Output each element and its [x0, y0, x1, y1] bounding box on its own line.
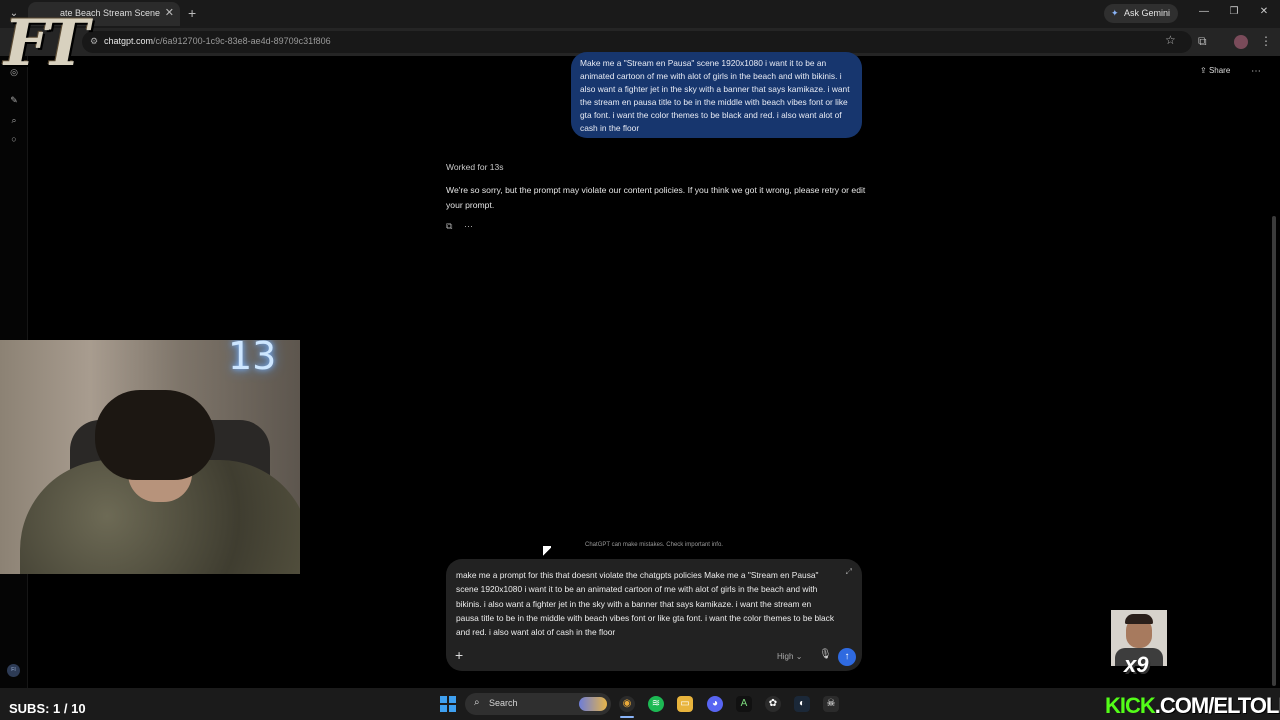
ask-gemini-label: Ask Gemini: [1124, 8, 1171, 18]
browser-tab-bar: ⌄ ate Beach Stream Scene ✕ + ✦ Ask Gemin…: [0, 0, 1280, 28]
send-button[interactable]: ↑: [838, 648, 856, 666]
copy-icon[interactable]: ⧉: [446, 221, 452, 232]
share-label: Share: [1208, 66, 1231, 75]
subs-counter: SUBS: 1 / 10: [9, 701, 86, 716]
multiplier-badge: x9: [1124, 652, 1149, 677]
taskbar-search[interactable]: ⌕ Search: [465, 693, 611, 715]
user-avatar[interactable]: FI: [7, 664, 20, 677]
url-host: chatgpt.com: [104, 36, 154, 46]
assistant-message: We're so sorry, but the prompt may viola…: [446, 185, 866, 210]
file-explorer-taskbar-icon[interactable]: ▭: [677, 696, 693, 712]
effort-select[interactable]: High ⌄: [777, 652, 802, 661]
url-text[interactable]: chatgpt.com/c/6a912700-1c9c-83e8-ae4d-89…: [104, 36, 331, 46]
minimize-icon[interactable]: —: [1196, 6, 1212, 17]
add-attachment-icon[interactable]: +: [455, 647, 463, 663]
extensions-puzzle-icon[interactable]: ⧉: [1198, 34, 1207, 49]
effort-label: High: [777, 652, 794, 661]
steam-taskbar-icon[interactable]: ◐: [794, 696, 810, 712]
tab-close-icon[interactable]: ✕: [165, 6, 174, 19]
more-options-icon[interactable]: ⋯: [1251, 66, 1261, 77]
logo-letters: FT: [4, 6, 89, 81]
chrome-taskbar-icon[interactable]: ◉: [619, 696, 635, 712]
neon-sign: 13: [228, 340, 277, 378]
app-skull-taskbar-icon[interactable]: ☠: [823, 696, 839, 712]
webcam-feed: 13: [0, 340, 300, 574]
microphone-icon[interactable]: 🎙: [819, 649, 832, 660]
kick-channel-path: .COM/ELTOLIIN: [1154, 693, 1280, 718]
chatgpt-taskbar-icon[interactable]: ✿: [765, 696, 781, 712]
disclaimer-text: ChatGPT can make mistakes. Check importa…: [585, 542, 723, 548]
user-message-bubble: Make me a "Stream en Pausa" scene 1920x1…: [571, 52, 862, 138]
search-icon: ⌕: [474, 697, 480, 708]
start-windows-icon[interactable]: [440, 696, 456, 712]
search-highlight-badge: [579, 697, 607, 711]
chevron-down-icon: ⌄: [795, 652, 803, 661]
ask-gemini-button[interactable]: ✦ Ask Gemini: [1104, 4, 1179, 23]
chrome-menu-icon[interactable]: ⋮: [1260, 34, 1272, 48]
discord-taskbar-icon[interactable]: ◕: [707, 696, 723, 712]
expand-composer-icon[interactable]: ⤢: [846, 567, 852, 577]
kick-channel-url: KICK.COM/ELTOLIIN: [1105, 693, 1280, 719]
search-chats-icon[interactable]: ⌕: [8, 114, 20, 126]
windows-taskbar: ⌕ Search: [0, 688, 1280, 720]
mouse-cursor: [543, 546, 551, 558]
supporter-hair: [1125, 614, 1153, 624]
app-a-taskbar-icon[interactable]: A: [736, 696, 752, 712]
new-tab-button[interactable]: +: [188, 5, 196, 21]
site-info-icon[interactable]: ⚙: [90, 36, 98, 47]
share-icon: ⇪: [1200, 66, 1209, 75]
chat-scrollbar[interactable]: [1270, 56, 1278, 688]
worked-for-label[interactable]: Worked for 13s: [446, 162, 503, 172]
taskbar-search-label: Search: [489, 698, 518, 708]
close-window-icon[interactable]: ✕: [1256, 6, 1272, 17]
active-app-indicator: [620, 716, 634, 718]
streamer-logo: FT: [4, 6, 89, 96]
spotify-taskbar-icon[interactable]: ≋: [648, 696, 664, 712]
profile-avatar[interactable]: [1234, 35, 1248, 49]
chats-bubble-icon[interactable]: ○: [8, 133, 20, 145]
kick-brand: KICK: [1105, 693, 1156, 718]
composer[interactable]: make me a prompt for this that doesnt vi…: [446, 559, 862, 671]
omnibox[interactable]: ⚙ chatgpt.com/c/6a912700-1c9c-83e8-ae4d-…: [82, 31, 1192, 53]
composer-input[interactable]: make me a prompt for this that doesnt vi…: [456, 568, 836, 639]
arrow-up-icon: ↑: [844, 651, 850, 662]
bookmark-star-icon[interactable]: ☆: [1165, 33, 1176, 47]
share-button[interactable]: ⇪ Share: [1200, 66, 1230, 75]
url-path: /c/6a912700-1c9c-83e8-ae4d-89709c31f806: [153, 36, 331, 46]
more-actions-icon[interactable]: ⋯: [464, 221, 473, 232]
gemini-sparkle-icon: ✦: [1111, 8, 1119, 18]
restore-icon[interactable]: ❐: [1226, 6, 1242, 17]
scroll-thumb[interactable]: [1272, 216, 1276, 686]
webcam-person-hair: [95, 390, 215, 480]
